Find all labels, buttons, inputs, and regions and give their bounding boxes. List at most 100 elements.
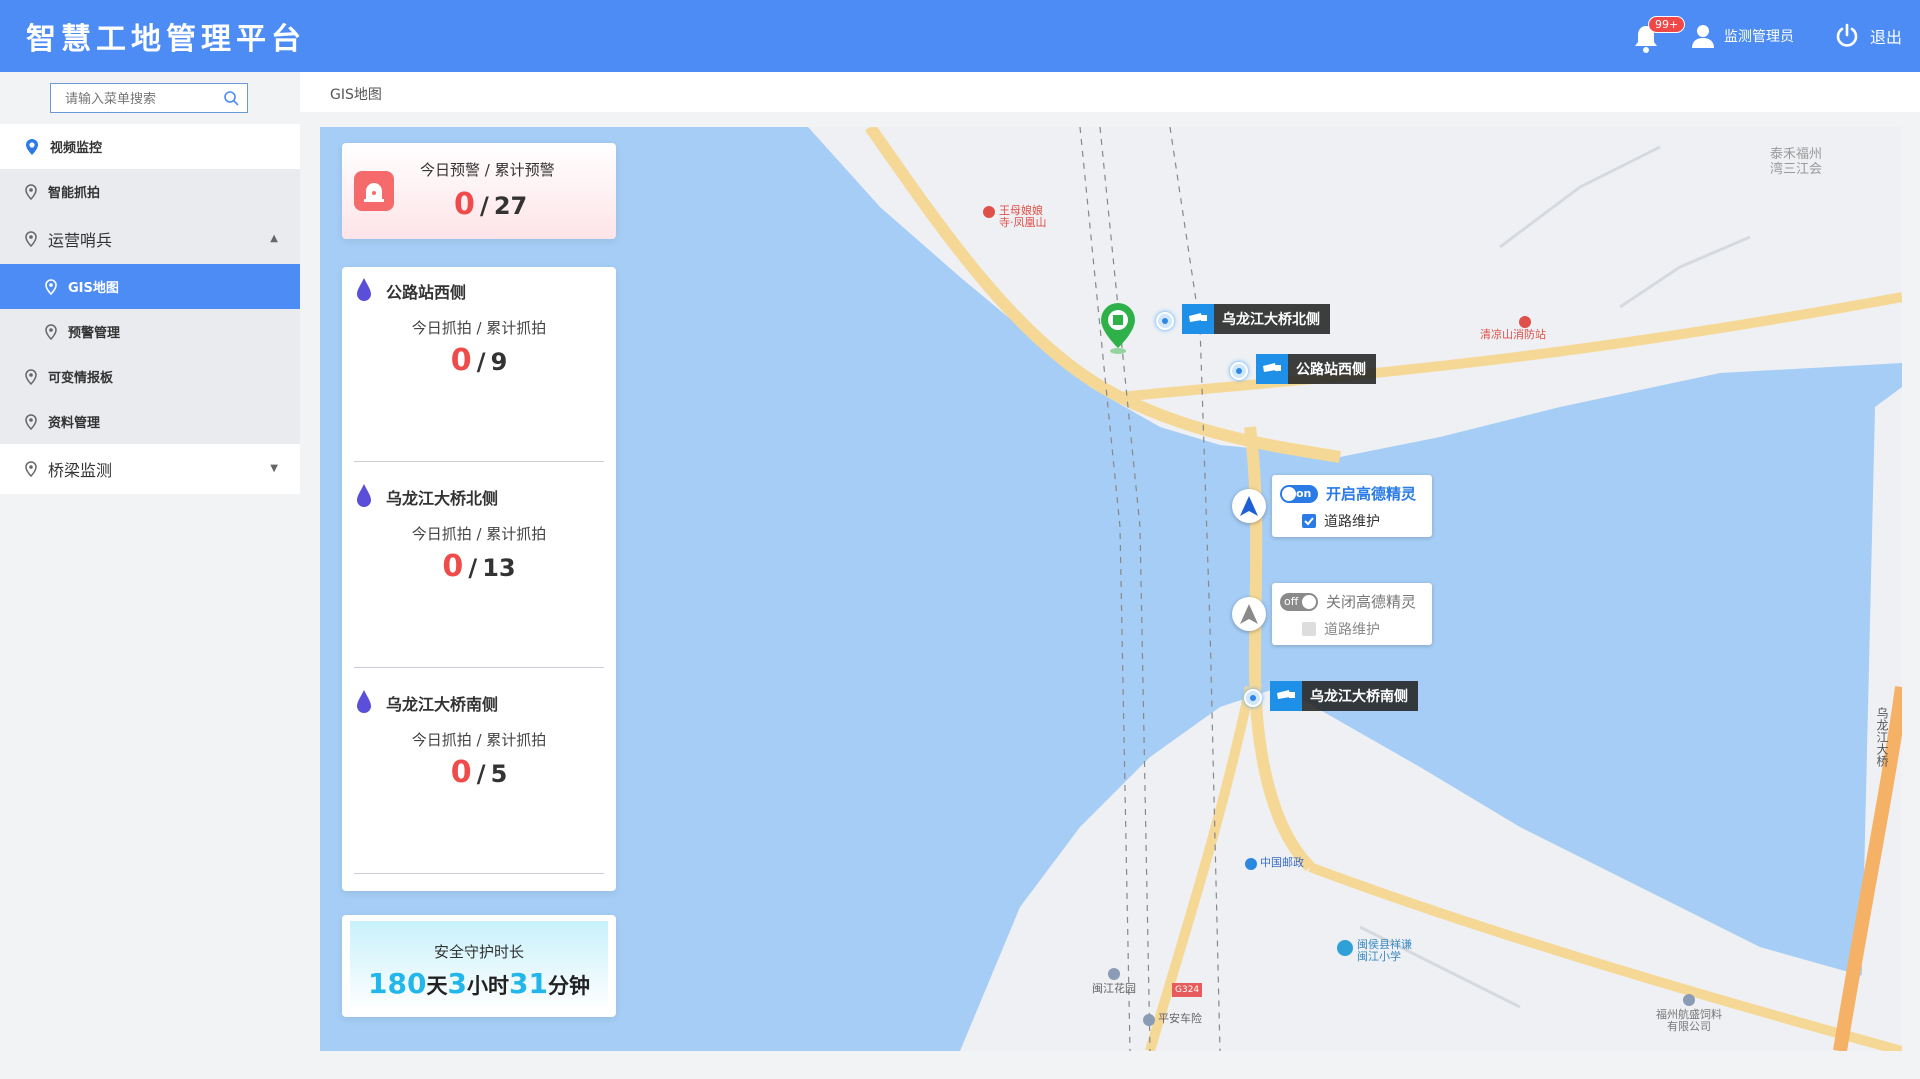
switch-label: on <box>1296 487 1312 500</box>
notification-button[interactable]: 99+ <box>1632 16 1686 53</box>
site-total: 5 <box>490 760 508 788</box>
safety-minutes: 31 <box>508 967 548 1000</box>
safety-duration-bg: 安全守护时长 180天3小时31分钟 <box>350 921 608 1011</box>
safety-days: 180 <box>368 967 427 1000</box>
user-menu[interactable]: 监测管理员 <box>1690 23 1794 49</box>
company-pin-icon <box>1683 994 1695 1006</box>
bridge-label: 乌龙江大桥 <box>1875 707 1889 767</box>
site-value: 0 / 5 <box>342 755 616 790</box>
amap-control-off: off 关闭高德精灵 道路维护 <box>1272 583 1432 645</box>
insurance-icon <box>1143 1014 1155 1026</box>
post-office-icon <box>1245 858 1257 870</box>
location-pin-icon <box>25 413 37 430</box>
safety-duration-card: 安全守护时长 180天3小时31分钟 <box>342 915 616 1017</box>
user-icon <box>1691 25 1714 48</box>
camera-icon <box>1256 354 1288 384</box>
road-maintenance-label: 道路维护 <box>1324 514 1380 530</box>
poi-insurance-label: 平安车险 <box>1158 1012 1202 1025</box>
logout-label: 退出 <box>1869 28 1902 47</box>
poi-school[interactable]: 闽侯县祥谦 闽江小学 <box>1336 939 1412 963</box>
camera-label[interactable]: 公路站西侧 <box>1256 354 1376 384</box>
sidebar-item-sentinel[interactable]: 运营哨兵 ▲ <box>0 214 300 264</box>
safety-title: 安全守护时长 <box>433 943 524 961</box>
poi-garden[interactable]: 闽江花园 <box>1092 967 1136 995</box>
sidebar-item-bridge-monitor[interactable]: 桥梁监测 ▼ <box>0 444 300 494</box>
sidebar-item-info-board[interactable]: 可变情报板 <box>0 354 300 399</box>
camera-label-text: 乌龙江大桥北侧 <box>1222 312 1320 328</box>
divider <box>354 873 604 874</box>
school-icon <box>1337 940 1353 956</box>
location-pin-icon <box>25 231 37 247</box>
site-item[interactable]: 乌龙江大桥北侧 今日抓拍 / 累计抓拍 0 / 13 <box>342 477 616 677</box>
menu-search-input[interactable] <box>51 84 227 114</box>
sidebar-item-label: 视频监控 <box>50 141 103 156</box>
sidebar-item-warning-mgmt[interactable]: 预警管理 <box>0 309 300 354</box>
location-pin-icon <box>25 368 37 385</box>
warning-title: 今日预警 / 累计预警 <box>420 161 555 179</box>
sidebar-item-label: 运营哨兵 <box>48 231 113 250</box>
sidebar-item-video[interactable]: 视频监控 <box>0 124 300 169</box>
camera-label[interactable]: 乌龙江大桥南侧 <box>1270 681 1418 711</box>
poi-post[interactable]: 中国邮政 <box>1244 857 1304 871</box>
road-sign: G324 <box>1172 983 1203 997</box>
sidebar-item-documents[interactable]: 资料管理 <box>0 399 300 444</box>
camera-label[interactable]: 乌龙江大桥北侧 <box>1182 304 1330 334</box>
breadcrumb-current[interactable]: GIS地图 <box>330 87 382 103</box>
road-maintenance-checkbox[interactable] <box>1302 622 1316 636</box>
warning-total: 27 <box>493 192 528 220</box>
road-maintenance-checkbox[interactable] <box>1302 514 1316 528</box>
camera-point[interactable] <box>1244 689 1262 707</box>
camera-label-text: 乌龙江大桥南侧 <box>1310 689 1408 705</box>
site-today: 0 <box>450 755 472 790</box>
camera-pin-icon <box>26 138 38 155</box>
nav-marker-active[interactable] <box>1232 489 1266 523</box>
warning-value: 0 / 27 <box>454 187 527 222</box>
logout-button[interactable]: 退出 <box>1834 23 1902 49</box>
poi-company[interactable]: 福州航盛饲料 有限公司 <box>1656 993 1722 1033</box>
app-title: 智慧工地管理平台 <box>26 22 306 57</box>
camera-point[interactable] <box>1230 362 1248 380</box>
site-sep: / <box>468 554 478 582</box>
site-item[interactable]: 公路站西侧 今日抓拍 / 累计抓拍 0 / 9 <box>342 271 616 471</box>
camera-label-text: 公路站西侧 <box>1296 362 1366 378</box>
warning-today: 0 <box>454 187 475 222</box>
temple-pin-icon <box>983 206 995 218</box>
location-pin-icon <box>45 278 57 295</box>
site-today: 0 <box>450 343 472 378</box>
caret-up-icon: ▲ <box>270 233 278 244</box>
checkmark-icon <box>1304 517 1314 526</box>
camera-icon <box>1270 681 1302 711</box>
camera-point[interactable] <box>1156 312 1174 330</box>
poi-fire-station[interactable]: 清凉山消防站 <box>1480 315 1546 341</box>
divider <box>354 667 604 668</box>
site-today: 0 <box>442 549 464 584</box>
poi-school-label-2: 闽江小学 <box>1357 950 1401 963</box>
amap-off-title: 关闭高德精灵 <box>1326 593 1417 611</box>
sidebar: 视频监控 智能抓拍 运营哨兵 ▲ GIS地图 预警管理 可变情报板 资料管理 <box>0 72 300 1079</box>
gis-map[interactable]: 今日预警 / 累计预警 0 / 27 公路站西侧 今日抓拍 / 累计抓拍 0 /… <box>320 127 1902 1051</box>
navigation-arrow-icon <box>1240 604 1258 624</box>
site-item[interactable]: 乌龙江大桥南侧 今日抓拍 / 累计抓拍 0 / 5 <box>342 683 616 883</box>
search-icon[interactable] <box>223 90 239 106</box>
site-name: 公路站西侧 <box>386 283 467 302</box>
site-value: 0 / 9 <box>342 343 616 378</box>
poi-temple[interactable]: 王母娘娘 寺·凤凰山 <box>982 205 1047 229</box>
safety-value: 180天3小时31分钟 <box>350 967 608 1000</box>
sidebar-item-label: 智能抓拍 <box>48 186 101 201</box>
garden-pin-icon <box>1108 968 1120 980</box>
safety-day-unit: 天 <box>426 974 448 998</box>
station-marker-icon[interactable] <box>1098 301 1138 355</box>
amap-toggle-off[interactable]: off <box>1280 592 1318 611</box>
poi-insurance[interactable]: 平安车险 <box>1142 1013 1202 1027</box>
road-maintenance-label: 道路维护 <box>1324 622 1380 638</box>
amap-toggle-on[interactable]: on <box>1280 484 1318 503</box>
poi-post-label: 中国邮政 <box>1260 856 1304 869</box>
sidebar-item-gis-map[interactable]: GIS地图 <box>0 264 300 309</box>
site-total: 13 <box>482 554 516 582</box>
notification-badge: 99+ <box>1647 16 1686 33</box>
site-caption: 今日抓拍 / 累计抓拍 <box>411 525 547 543</box>
nav-marker-inactive[interactable] <box>1232 597 1266 631</box>
sidebar-item-label: GIS地图 <box>68 281 119 296</box>
sidebar-item-label: 预警管理 <box>68 326 121 341</box>
sidebar-item-capture[interactable]: 智能抓拍 <box>0 169 300 214</box>
